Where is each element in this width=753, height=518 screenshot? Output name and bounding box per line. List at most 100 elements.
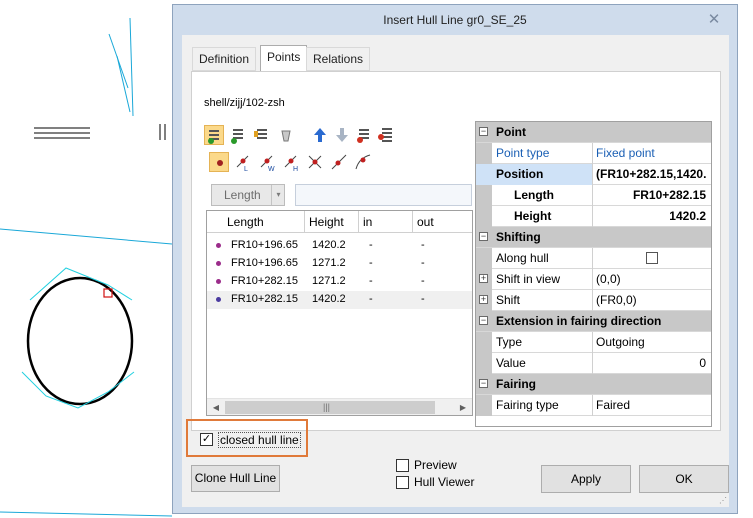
prop-shift[interactable]: + Shift (FR0,0) xyxy=(476,290,711,311)
cell-out: - xyxy=(421,293,425,305)
table-row[interactable]: FR10+282.15 1420.2 - - xyxy=(207,291,472,309)
prop-value[interactable]: Outgoing xyxy=(596,335,710,349)
chevron-down-icon[interactable]: ▾ xyxy=(271,185,285,205)
pick-point-icon[interactable] xyxy=(276,125,296,145)
collapse-icon[interactable]: − xyxy=(479,232,488,241)
move-up-icon[interactable] xyxy=(310,125,330,145)
prop-height[interactable]: Height 1420.2 xyxy=(476,206,711,227)
cell-in: - xyxy=(369,275,373,287)
hull-viewer-checkbox[interactable] xyxy=(396,476,409,489)
table-row[interactable]: FR10+196.65 1420.2 - - xyxy=(207,237,472,255)
ok-button[interactable]: OK xyxy=(639,465,729,493)
hull-viewer-label: Hull Viewer xyxy=(414,475,475,489)
prop-along-hull[interactable]: Along hull xyxy=(476,248,711,269)
edit-point-icon[interactable] xyxy=(252,125,272,145)
scroll-right-icon[interactable]: ▶ xyxy=(455,400,471,415)
closed-hull-line-label[interactable]: closed hull line xyxy=(218,432,301,448)
cell-in: - xyxy=(369,293,373,305)
prop-label: Fairing type xyxy=(496,398,559,412)
dialog-client-area: Definition Points Relations shell/zijj/1… xyxy=(182,35,729,507)
point-bullet-icon xyxy=(216,279,221,284)
category-point[interactable]: − Point xyxy=(476,122,711,143)
delete-all-icon[interactable] xyxy=(376,125,396,145)
prop-length[interactable]: Length FR10+282.15 xyxy=(476,185,711,206)
insert-hull-line-dialog: Insert Hull Line gr0_SE_25 ✕ Definition … xyxy=(172,4,738,514)
collapse-icon[interactable]: − xyxy=(479,127,488,136)
tab-definition[interactable]: Definition xyxy=(192,47,257,71)
closed-hull-line-checkbox[interactable]: ✓ xyxy=(200,433,213,446)
hull-line-path: shell/zijj/102-zsh xyxy=(204,97,285,109)
dialog-title: Insert Hull Line gr0_SE_25 xyxy=(383,13,527,27)
cell-length: FR10+282.15 xyxy=(231,275,298,287)
cell-length: FR10+196.65 xyxy=(231,239,298,251)
prop-value[interactable]: (0,0) xyxy=(596,272,710,286)
tab-points[interactable]: Points xyxy=(260,45,308,72)
svg-text:W: W xyxy=(268,166,275,172)
category-label: Point xyxy=(496,125,526,139)
point-w-icon[interactable]: W xyxy=(257,152,277,173)
prop-value[interactable]: (FR10+282.15,1420. xyxy=(596,167,710,181)
prop-point-type[interactable]: Point type Fixed point xyxy=(476,143,711,164)
prop-label: Height xyxy=(514,209,552,223)
category-label: Shifting xyxy=(496,230,541,244)
prop-value[interactable]: Fixed point xyxy=(596,146,710,160)
prop-value[interactable]: 0 xyxy=(596,356,706,370)
cell-out: - xyxy=(421,275,425,287)
column-header-in[interactable]: in xyxy=(359,211,413,233)
column-header-height[interactable]: Height xyxy=(305,211,359,233)
table-row[interactable]: FR10+282.15 1271.2 - - xyxy=(207,273,472,291)
prop-shift-in-view[interactable]: + Shift in view (0,0) xyxy=(476,269,711,290)
property-grid: − Point Point type Fixed point − Positio… xyxy=(475,121,712,427)
scroll-left-icon[interactable]: ◀ xyxy=(208,400,224,415)
cross-icon[interactable] xyxy=(305,152,325,172)
category-fairing[interactable]: − Fairing xyxy=(476,374,711,395)
close-button[interactable]: ✕ xyxy=(705,11,723,29)
prop-value[interactable]: 1420.2 xyxy=(596,209,706,223)
point-bullet-icon xyxy=(216,297,221,302)
prop-value[interactable]: FR10+282.15 xyxy=(596,188,706,202)
prop-label: Position xyxy=(476,164,592,185)
prop-value[interactable]: Faired xyxy=(596,398,710,412)
horizontal-scrollbar[interactable]: ◀ ||| ▶ xyxy=(207,398,472,415)
cell-out: - xyxy=(421,257,425,269)
delete-point-icon[interactable] xyxy=(354,125,374,145)
cell-height: 1271.2 xyxy=(312,275,346,287)
points-table[interactable]: Length Height in out FR10+196.65 1420.2 … xyxy=(206,210,473,416)
prop-extension-value[interactable]: Value 0 xyxy=(476,353,711,374)
point-h-icon[interactable]: H xyxy=(281,152,301,173)
resize-grip-icon[interactable]: ⋰ xyxy=(719,496,727,505)
value-input[interactable] xyxy=(295,184,472,206)
cell-height: 1420.2 xyxy=(312,239,346,251)
prop-position[interactable]: − Position (FR10+282.15,1420. xyxy=(476,164,711,185)
prop-label: Shift in view xyxy=(496,272,561,286)
insert-point-icon[interactable] xyxy=(228,125,248,145)
preview-checkbox[interactable] xyxy=(396,459,409,472)
collapse-icon[interactable]: − xyxy=(479,316,488,325)
column-header-length[interactable]: Length xyxy=(207,211,305,233)
category-label: Extension in fairing direction xyxy=(496,314,662,328)
diagonal-curve-icon[interactable] xyxy=(353,152,373,172)
diagonal-line-icon[interactable] xyxy=(329,152,349,172)
svg-text:H: H xyxy=(293,166,298,172)
expand-icon[interactable]: + xyxy=(479,295,488,304)
scrollbar-thumb[interactable]: ||| xyxy=(225,401,435,414)
point-mode-icon[interactable] xyxy=(209,152,229,172)
along-hull-checkbox[interactable] xyxy=(646,252,658,264)
add-point-icon[interactable] xyxy=(204,125,224,145)
point-l-icon[interactable]: L xyxy=(233,152,253,173)
prop-extension-type[interactable]: Type Outgoing xyxy=(476,332,711,353)
category-shifting[interactable]: − Shifting xyxy=(476,227,711,248)
apply-button[interactable]: Apply xyxy=(541,465,631,493)
tab-relations[interactable]: Relations xyxy=(306,47,371,71)
clone-hull-line-button[interactable]: Clone Hull Line xyxy=(191,465,280,492)
prop-value[interactable]: (FR0,0) xyxy=(596,293,710,307)
svg-text:L: L xyxy=(244,166,248,172)
category-extension[interactable]: − Extension in fairing direction xyxy=(476,311,711,332)
table-row[interactable]: FR10+196.65 1271.2 - - xyxy=(207,255,472,273)
collapse-icon[interactable]: − xyxy=(479,379,488,388)
point-bullet-icon xyxy=(216,261,221,266)
column-header-out[interactable]: out xyxy=(413,211,472,233)
prop-fairing-type[interactable]: Fairing type Faired xyxy=(476,395,711,416)
expand-icon[interactable]: + xyxy=(479,274,488,283)
move-down-icon[interactable] xyxy=(332,125,352,145)
